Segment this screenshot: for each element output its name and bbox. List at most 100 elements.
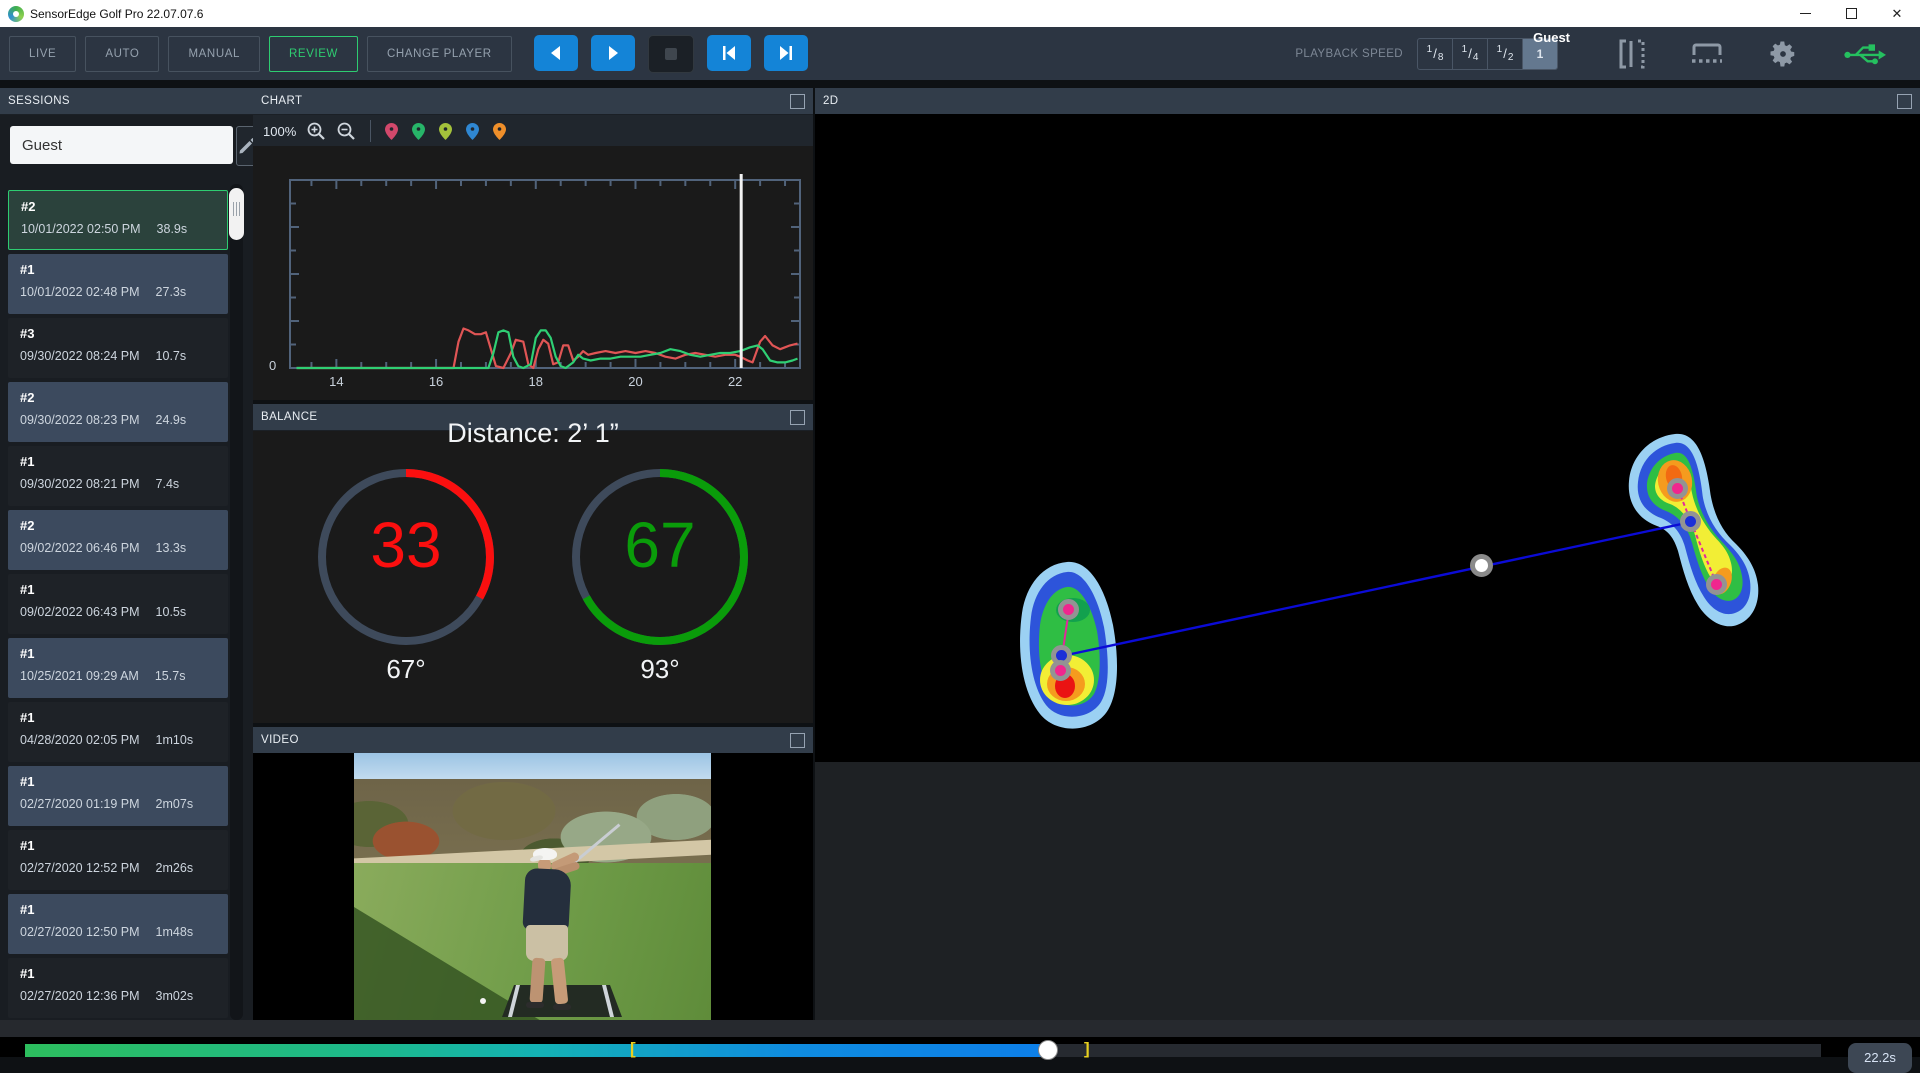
front-foot-angle: 93° bbox=[565, 654, 755, 685]
event-pin-finish-icon[interactable] bbox=[493, 123, 506, 140]
session-duration: 15.7s bbox=[155, 669, 186, 683]
step-back-icon bbox=[548, 45, 564, 61]
session-item[interactable]: #209/02/2022 06:46 PM13.3s bbox=[8, 510, 228, 570]
session-item[interactable]: #1 10/25/2021 09:29 AM 15.7s bbox=[8, 638, 228, 698]
session-item[interactable]: #109/02/2022 06:43 PM10.5s bbox=[8, 574, 228, 634]
front-foot-cop-marker bbox=[1680, 511, 1701, 532]
session-item[interactable]: #110/01/2022 02:48 PM27.3s bbox=[8, 254, 228, 314]
session-duration: 1m10s bbox=[156, 733, 194, 747]
golfer-sandal bbox=[526, 1002, 544, 1008]
chart-title: CHART bbox=[261, 95, 302, 107]
bottom-divider-strip bbox=[0, 1020, 1920, 1037]
video-frame-golfer[interactable] bbox=[354, 753, 711, 1020]
session-number: #1 bbox=[20, 966, 216, 981]
rear-foot-toe-marker bbox=[1058, 599, 1079, 620]
session-duration: 10.7s bbox=[156, 349, 187, 363]
mode-button-live[interactable]: LIVE bbox=[9, 36, 76, 72]
skip-to-start-button[interactable] bbox=[707, 35, 751, 71]
timeline-playhead[interactable] bbox=[1038, 1040, 1058, 1060]
video-panel: VIDEO bbox=[253, 727, 813, 1020]
player-name-input[interactable] bbox=[10, 126, 233, 164]
session-scrollbar-track[interactable] bbox=[230, 184, 243, 1020]
session-scrollbar-thumb[interactable] bbox=[229, 188, 244, 240]
session-item[interactable]: #209/30/2022 08:23 PM24.9s bbox=[8, 382, 228, 442]
usb-connected-icon bbox=[1842, 40, 1886, 68]
zoom-out-icon[interactable] bbox=[336, 121, 356, 141]
main-toolbar: LIVEAUTOMANUALREVIEWCHANGE PLAYER PLAYBA… bbox=[0, 27, 1920, 80]
session-number: #1 bbox=[20, 710, 216, 725]
session-datetime: 09/02/2022 06:46 PM bbox=[20, 541, 140, 555]
2d-detach-checkbox[interactable] bbox=[1897, 94, 1912, 109]
loop-start-bracket[interactable]: [ bbox=[630, 1039, 636, 1059]
session-number: #2 bbox=[20, 390, 216, 405]
event-pin-address-icon[interactable] bbox=[385, 123, 398, 140]
session-duration: 2m07s bbox=[156, 797, 194, 811]
speed-button-1-2[interactable]: 1/2 bbox=[1488, 39, 1523, 69]
sessions-title: SESSIONS bbox=[8, 95, 70, 107]
app-logo-icon bbox=[8, 6, 24, 22]
mode-button-review[interactable]: REVIEW bbox=[269, 36, 358, 72]
session-datetime: 04/28/2020 02:05 PM bbox=[20, 733, 140, 747]
maximize-button[interactable] bbox=[1828, 0, 1874, 27]
golfer-shorts bbox=[526, 925, 568, 961]
settings-gear-icon[interactable] bbox=[1768, 39, 1798, 69]
close-button[interactable]: ✕ bbox=[1874, 0, 1920, 27]
sessions-sidebar: SESSIONS #210/01/2022 02:50 PM38.9s#110/… bbox=[0, 88, 253, 1020]
event-pin-top-icon[interactable] bbox=[439, 123, 452, 140]
chart-zoom-level: 100% bbox=[263, 124, 296, 139]
session-number: #1 bbox=[20, 646, 216, 661]
mode-button-manual[interactable]: MANUAL bbox=[168, 36, 260, 72]
loop-end-bracket[interactable]: ] bbox=[1084, 1039, 1090, 1059]
platform-icon[interactable] bbox=[1690, 41, 1724, 67]
event-pin-impact-icon[interactable] bbox=[466, 123, 479, 140]
event-pin-takeaway-icon[interactable] bbox=[412, 123, 425, 140]
balance-distance-label: Distance: 2’ 1” bbox=[253, 418, 813, 449]
golfer-sandal-2 bbox=[553, 1004, 571, 1010]
session-item[interactable]: #309/30/2022 08:24 PM10.7s bbox=[8, 318, 228, 378]
compare-layout-icon[interactable] bbox=[1618, 39, 1646, 69]
session-duration: 10.5s bbox=[156, 605, 187, 619]
session-duration: 38.9s bbox=[157, 222, 188, 236]
speed-button-1-4[interactable]: 1/4 bbox=[1453, 39, 1488, 69]
session-datetime: 09/30/2022 08:24 PM bbox=[20, 349, 140, 363]
session-datetime: 10/01/2022 02:48 PM bbox=[20, 285, 140, 299]
balance-line-overlay bbox=[815, 114, 1920, 762]
session-number: #1 bbox=[20, 774, 216, 789]
session-item[interactable]: #109/30/2022 08:21 PM7.4s bbox=[8, 446, 228, 506]
speed-button-1-8[interactable]: 1/8 bbox=[1418, 39, 1453, 69]
session-item[interactable]: #210/01/2022 02:50 PM38.9s bbox=[8, 190, 228, 250]
timeline-bar[interactable]: [ ] 22.2s bbox=[0, 1037, 1920, 1057]
pressure-chart[interactable]: 1416182022 0 bbox=[253, 146, 813, 400]
2d-title: 2D bbox=[823, 95, 839, 107]
mode-button-auto[interactable]: AUTO bbox=[85, 36, 159, 72]
session-datetime: 02/27/2020 12:36 PM bbox=[20, 989, 140, 1003]
play-button[interactable] bbox=[591, 35, 635, 71]
center-of-pressure-marker bbox=[1470, 554, 1493, 577]
chart-detach-checkbox[interactable] bbox=[790, 94, 805, 109]
play-icon bbox=[605, 45, 621, 61]
session-item[interactable]: #102/27/2020 12:36 PM3m02s bbox=[8, 958, 228, 1018]
session-duration: 13.3s bbox=[156, 541, 187, 555]
x-axis-tick-label: 16 bbox=[429, 374, 443, 389]
golf-ball bbox=[480, 998, 486, 1004]
session-item[interactable]: #1 04/28/2020 02:05 PM 1m10s bbox=[8, 702, 228, 762]
zoom-in-icon[interactable] bbox=[306, 121, 326, 141]
front-foot-heel-marker bbox=[1706, 574, 1727, 595]
y-axis-origin-label: 0 bbox=[269, 358, 276, 373]
pressure-2d-view[interactable] bbox=[815, 114, 1920, 762]
session-item[interactable]: #102/27/2020 01:19 PM2m07s bbox=[8, 766, 228, 826]
rear-foot-percent: 33 bbox=[311, 508, 501, 582]
skip-to-end-button[interactable] bbox=[764, 35, 808, 71]
session-duration: 1m48s bbox=[156, 925, 194, 939]
session-datetime: 10/25/2021 09:29 AM bbox=[20, 669, 139, 683]
session-duration: 7.4s bbox=[156, 477, 180, 491]
step-back-button[interactable] bbox=[534, 35, 578, 71]
video-detach-checkbox[interactable] bbox=[790, 733, 805, 748]
stop-button[interactable] bbox=[648, 35, 694, 73]
session-item[interactable]: #102/27/2020 12:50 PM1m48s bbox=[8, 894, 228, 954]
session-item[interactable]: #102/27/2020 12:52 PM2m26s bbox=[8, 830, 228, 890]
front-foot-toe-marker bbox=[1667, 478, 1688, 499]
rear-foot-gauge: 33 bbox=[311, 462, 501, 652]
minimize-button[interactable] bbox=[1782, 0, 1828, 27]
mode-button-change-player[interactable]: CHANGE PLAYER bbox=[367, 36, 512, 72]
